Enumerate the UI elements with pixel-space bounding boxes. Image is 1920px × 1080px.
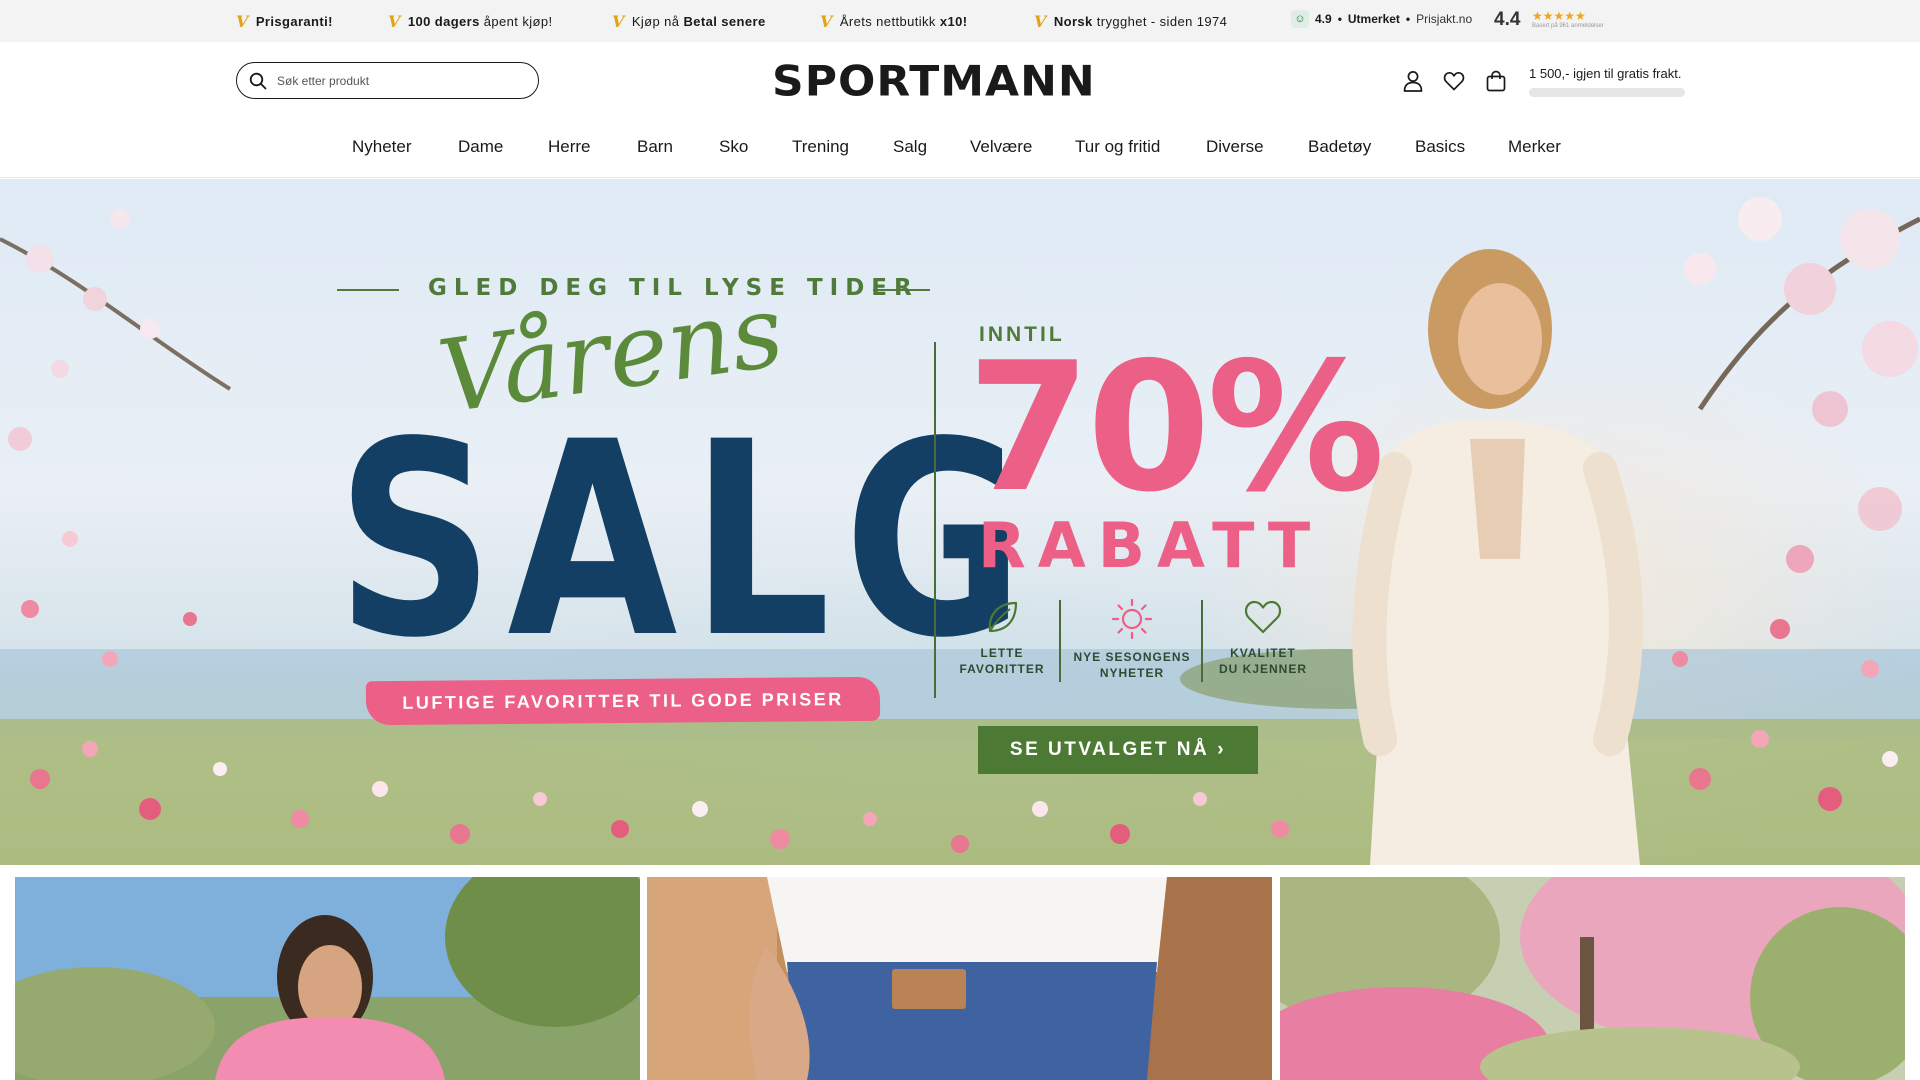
hero-discount-percent: 70% — [967, 324, 1385, 531]
usp-text: trygghet - siden 1974 — [1092, 13, 1228, 29]
nav-item-barn[interactable]: Barn — [637, 137, 673, 157]
nav-item-herre[interactable]: Herre — [548, 137, 591, 157]
nav-item-sko[interactable]: Sko — [719, 137, 748, 157]
usp-bold: 100 dagers — [407, 13, 480, 29]
tile-man-denim-jeans[interactable] — [647, 877, 1272, 1080]
hero-main-title: SALG — [336, 385, 1038, 697]
nav-item-nyheter[interactable]: Nyheter — [352, 137, 412, 157]
nav-item-basics[interactable]: Basics — [1415, 137, 1465, 157]
free-freight-text: 1 500,- igjen til gratis frakt. — [1529, 66, 1682, 81]
hero-ribbon: LUFTIGE FAVORITTER TIL GODE PRISER — [365, 676, 881, 726]
rating-separator: • — [1405, 12, 1411, 26]
site-header: SPORTMANN 1 500,- igjen til gratis frakt… — [0, 42, 1920, 118]
nav-item-salg[interactable]: Salg — [893, 137, 927, 157]
chevron-right-icon: › — [1217, 739, 1227, 760]
nav-item-diverse[interactable]: Diverse — [1206, 137, 1264, 157]
usp-item-prisgaranti: V Prisgaranti! — [236, 0, 333, 42]
cta-label: SE UTVALGET NÅ — [1009, 739, 1210, 760]
usp-bold: Prisgaranti! — [255, 13, 333, 29]
feature-kvalitet: KVALITET DU KJENNER — [1198, 597, 1328, 677]
nav-item-merker[interactable]: Merker — [1508, 137, 1561, 157]
search-box[interactable] — [236, 62, 539, 99]
rating-separator: • — [1337, 12, 1342, 26]
sun-icon — [1111, 598, 1153, 640]
rating-source: Prisjakt.no — [1416, 12, 1473, 26]
nav-item-tur-og-fritid[interactable]: Tur og fritid — [1075, 137, 1160, 157]
nav-item-trening[interactable]: Trening — [792, 137, 849, 157]
usp-item-arets-nettbutikk: V Årets nettbutikk x10! — [820, 0, 967, 42]
nav-item-velvaere[interactable]: Velvære — [970, 137, 1032, 157]
search-input[interactable] — [277, 73, 507, 88]
feature-label: KVALITET DU KJENNER — [1218, 646, 1307, 677]
user-icon[interactable] — [1400, 68, 1426, 94]
free-freight-progress — [1529, 88, 1685, 97]
check-icon: V — [820, 11, 833, 31]
tile-pink-blossom-garden[interactable] — [1280, 877, 1905, 1080]
nav-item-badetoy[interactable]: Badetøy — [1308, 137, 1371, 157]
tile-image — [647, 877, 1272, 1080]
prisjakt-score: 4.4 — [1494, 9, 1521, 30]
tile-image — [15, 877, 640, 1080]
check-icon: V — [236, 11, 249, 31]
check-icon: V — [388, 11, 401, 31]
search-icon[interactable] — [249, 72, 267, 90]
main-nav: Nyheter Dame Herre Barn Sko Trening Salg… — [0, 118, 1920, 178]
prisjakt-logo-icon: ☺ — [1291, 10, 1309, 28]
feature-divider — [1059, 600, 1061, 682]
prisjakt-basis: Basert på 961 anmeldelser — [1532, 23, 1604, 29]
rating-score: 4.9 — [1315, 12, 1332, 26]
usp-bar: V Prisgaranti! V 100 dagers åpent kjøp! … — [0, 0, 1920, 42]
site-logo[interactable]: SPORTMANN — [772, 57, 1096, 105]
usp-item-100-dager: V 100 dagers åpent kjøp! — [388, 0, 553, 42]
usp-bold: Betal senere — [683, 13, 766, 29]
usp-text: åpent kjøp! — [479, 13, 553, 29]
feature-label: NYE SESONGENS NYHETER — [1073, 650, 1191, 681]
tagline-rule-right — [873, 289, 930, 291]
feature-label: LETTE FAVORITTER — [959, 646, 1045, 677]
hero-ribbon-text: LUFTIGE FAVORITTER TIL GODE PRISER — [402, 688, 844, 713]
rating-badge[interactable]: ☺ 4.9 • Utmerket • Prisjakt.no — [1291, 10, 1472, 28]
usp-item-betal-senere: V Kjøp nå Betal senere — [612, 0, 766, 42]
usp-item-norsk-trygghet: V Norsk trygghet - siden 1974 — [1034, 0, 1227, 42]
usp-bold: Norsk — [1053, 13, 1093, 29]
hero-banner[interactable]: GLED DEG TIL LYSE TIDER Vårens SALG LUFT… — [0, 179, 1920, 865]
leaf-icon — [988, 601, 1018, 633]
heart-icon — [1244, 600, 1282, 634]
tile-woman-pink-blouse[interactable] — [15, 877, 640, 1080]
star-rating-icon: ★★★★★ — [1532, 9, 1586, 23]
category-tiles — [0, 865, 1920, 1080]
usp-text: Kjøp nå — [631, 13, 684, 29]
hero-rabatt: RABATT — [978, 509, 1323, 582]
rating-label: Utmerket — [1347, 12, 1400, 26]
hero-divider — [934, 342, 936, 698]
check-icon: V — [612, 11, 625, 31]
heart-icon[interactable] — [1441, 68, 1467, 94]
tile-image — [1280, 877, 1905, 1080]
usp-bold: x10! — [939, 13, 968, 29]
bag-icon[interactable] — [1483, 68, 1509, 94]
usp-text: Årets nettbutikk — [839, 13, 940, 29]
feature-nye-nyheter: NYE SESONGENS NYHETER — [1067, 597, 1197, 681]
nav-item-dame[interactable]: Dame — [458, 137, 503, 157]
check-icon: V — [1034, 11, 1047, 31]
cta-se-utvalget-button[interactable]: SE UTVALGET NÅ › — [978, 726, 1258, 774]
feature-lette-favoritter: LETTE FAVORITTER — [937, 597, 1067, 677]
tagline-rule-left — [337, 289, 399, 291]
